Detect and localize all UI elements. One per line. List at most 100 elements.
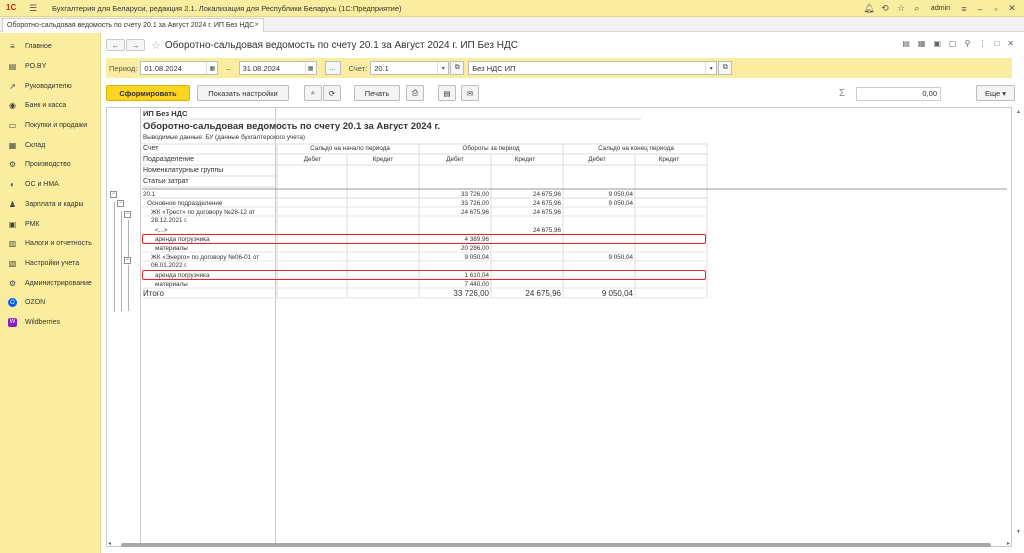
sidebar-item-5[interactable]: ▦ Склад xyxy=(0,135,100,155)
sidebar-item-4[interactable]: ▭ Покупки и продажи xyxy=(0,116,100,136)
close-icon[interactable]: ✕ xyxy=(1006,2,1018,16)
star-icon[interactable]: ☆ xyxy=(895,2,907,16)
sidebar-item-0[interactable]: ≡ Главное xyxy=(0,37,100,57)
window-restore-icon[interactable]: □ xyxy=(994,39,999,48)
hamburger-menu-icon[interactable]: ☰ xyxy=(26,1,40,15)
chevron-down-icon[interactable]: ▾ xyxy=(705,62,716,74)
sidebar-item-3[interactable]: ◉ Банк и касса xyxy=(0,96,100,116)
form-close-icon[interactable]: ✕ xyxy=(1007,39,1014,48)
link-icon[interactable]: ⚲ xyxy=(965,39,971,48)
open-account-button[interactable]: ⧉ xyxy=(450,61,465,75)
horizontal-scrollbar[interactable]: ◂ ▸ xyxy=(106,540,1012,548)
menu-icon[interactable]: ≡ xyxy=(958,2,970,16)
calendar-icon[interactable]: ▦ xyxy=(206,62,217,74)
forward-button[interactable]: → xyxy=(126,39,145,51)
sidebar-item-8[interactable]: ♟ Зарплата и кадры xyxy=(0,195,100,215)
vertical-scrollbar[interactable]: ▲ ▼ xyxy=(1015,107,1023,547)
tab-label: Оборотно-сальдовая ведомость по счету 20… xyxy=(7,22,255,29)
warehouse-icon: ▦ xyxy=(8,140,17,150)
row-label: материалы xyxy=(155,245,188,252)
notes-icon[interactable]: ▢ xyxy=(949,39,957,48)
bank-icon: ◉ xyxy=(9,101,16,111)
period-select-button[interactable]: ... xyxy=(324,61,341,75)
ozon-icon: O xyxy=(8,298,17,308)
sidebar-item-14[interactable]: W Wildberries xyxy=(0,313,100,333)
collapse-toggle[interactable]: − xyxy=(117,200,124,207)
search-icon[interactable]: ⌕ xyxy=(911,2,923,16)
account-label: Счет: xyxy=(348,63,368,73)
find-icon[interactable]: ⌕ xyxy=(304,85,322,101)
row-turnover-debit: 9 050,04 xyxy=(464,254,489,261)
collapse-toggle[interactable]: − xyxy=(110,191,117,198)
save-report-icon[interactable]: ▤ xyxy=(438,85,456,101)
title-bar: 1С ☰ Бухгалтерия для Беларуси, редакция … xyxy=(0,0,1024,17)
car-icon: ◐ xyxy=(10,180,15,190)
row-closing-debit: 9 050,04 xyxy=(608,200,633,207)
scroll-right-icon[interactable]: ▸ xyxy=(1007,540,1010,547)
cart-icon: ▭ xyxy=(8,121,17,131)
account-field[interactable]: 20.1 ▾ xyxy=(370,61,450,75)
user-name[interactable]: admin xyxy=(931,5,950,12)
sidebar-item-label: РМК xyxy=(25,220,40,228)
row-closing-debit: 9 050,04 xyxy=(608,254,633,261)
history-icon[interactable]: ⟲ xyxy=(879,2,891,16)
show-settings-button[interactable]: Показать настройки xyxy=(197,85,289,101)
sidebar-item-11[interactable]: ▧ Настройки учета xyxy=(0,254,100,274)
sidebar-item-6[interactable]: ⚙ Производство xyxy=(0,155,100,175)
chevron-down-icon[interactable]: ▾ xyxy=(437,62,448,74)
sidebar-item-label: OZON xyxy=(25,299,46,307)
register-icon: ▣ xyxy=(8,219,17,229)
row-label-line2: 28.12.2021 г. xyxy=(151,217,188,224)
maximize-icon[interactable]: ▫ xyxy=(990,2,1002,16)
form-header: ← → ☆ Оборотно-сальдовая ведомость по сч… xyxy=(106,37,518,53)
more-button[interactable]: Еще ▾ xyxy=(976,85,1015,101)
scroll-down-icon[interactable]: ▼ xyxy=(1016,529,1021,535)
scroll-left-icon[interactable]: ◂ xyxy=(108,540,111,547)
tabs-bar: Оборотно-сальдовая ведомость по счету 20… xyxy=(0,17,1024,32)
sidebar-item-label: Зарплата и кадры xyxy=(25,200,84,208)
preview-icon[interactable]: ⎙ xyxy=(406,85,424,101)
print-icon[interactable]: ▦ xyxy=(918,39,926,48)
scroll-up-icon[interactable]: ▲ xyxy=(1016,109,1021,115)
report-area[interactable]: ИП Без НДС Оборотно-сальдовая ведомость … xyxy=(106,107,1012,547)
organization-field[interactable]: Без НДС ИП ▾ xyxy=(468,61,718,75)
tree-line xyxy=(128,265,129,311)
settings-doc-icon: ▧ xyxy=(8,258,17,268)
highlight-box xyxy=(142,234,706,244)
toolbar: Сформировать Показать настройки ⌕ ⟳ Печа… xyxy=(106,85,1016,103)
print-button[interactable]: Печать xyxy=(354,85,400,101)
sidebar-item-2[interactable]: ↗ Руководителю xyxy=(0,76,100,96)
sidebar-item-1[interactable]: ▤ PO.BY xyxy=(0,57,100,77)
date-to-field[interactable]: 31.08.2024 ▦ xyxy=(238,61,317,75)
tab-close-icon[interactable]: × xyxy=(254,20,259,29)
sidebar-item-7[interactable]: ◐ ОС и НМА xyxy=(0,175,100,195)
list-icon: ▤ xyxy=(8,62,17,72)
sidebar-item-label: Покупки и продажи xyxy=(25,122,88,130)
sidebar-item-10[interactable]: ▥ Налоги и отчетность xyxy=(0,234,100,254)
date-from-field[interactable]: 01.08.2024 ▦ xyxy=(140,61,219,75)
back-button[interactable]: ← xyxy=(106,39,125,51)
bell-icon[interactable]: 🔔︎ xyxy=(863,2,875,16)
sum-field[interactable]: 0,00 xyxy=(856,87,941,101)
favorite-star-icon[interactable]: ☆ xyxy=(151,39,161,52)
email-icon[interactable]: ✉ xyxy=(461,85,479,101)
row-label: ЖК «Трест» по договору №28-12 от xyxy=(151,209,255,216)
people-icon: ♟ xyxy=(8,199,17,209)
sidebar-item-13[interactable]: O OZON xyxy=(0,293,100,313)
collapse-toggle[interactable]: − xyxy=(124,257,131,264)
row-closing-debit: 9 050,04 xyxy=(608,191,633,198)
save-icon[interactable]: ▤ xyxy=(902,39,910,48)
scroll-thumb[interactable] xyxy=(121,543,991,547)
row-turnover-debit: 20 286,00 xyxy=(460,245,489,252)
more-icon[interactable]: ⋮ xyxy=(978,39,986,48)
sidebar-item-9[interactable]: ▣ РМК xyxy=(0,214,100,234)
collapse-toggle[interactable]: − xyxy=(124,211,131,218)
sidebar-item-12[interactable]: ⚙ Администрирование xyxy=(0,273,100,293)
calendar-icon[interactable]: ▦ xyxy=(304,62,316,74)
minimize-icon[interactable]: – xyxy=(974,2,986,16)
open-organization-button[interactable]: ⧉ xyxy=(718,61,733,75)
find-next-icon[interactable]: ⟳ xyxy=(323,85,341,101)
tab-report[interactable]: Оборотно-сальдовая ведомость по счету 20… xyxy=(2,18,264,32)
copy-icon[interactable]: ▣ xyxy=(933,39,941,48)
generate-button[interactable]: Сформировать xyxy=(106,85,190,101)
